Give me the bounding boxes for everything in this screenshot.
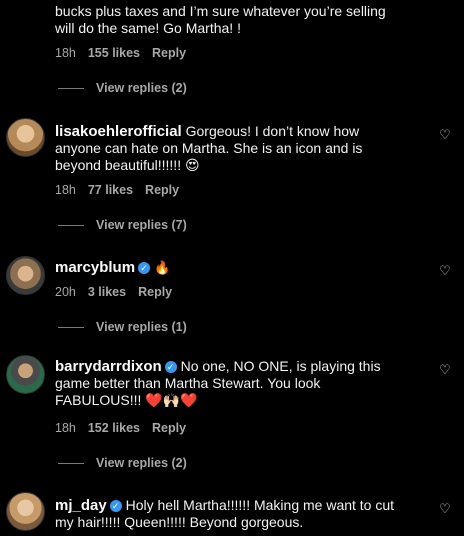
likes-count[interactable]: 155 likes bbox=[88, 46, 140, 60]
view-replies-button[interactable]: View replies (1) bbox=[58, 320, 187, 334]
avatar[interactable] bbox=[6, 355, 45, 394]
reply-button[interactable]: Reply bbox=[138, 285, 172, 299]
comment-meta: 18h 152 likes Reply bbox=[55, 421, 186, 435]
comment-text: barrydarrdixon ✓ No one, NO ONE, is playi… bbox=[55, 358, 405, 409]
comment-meta: 18h 155 likes Reply bbox=[55, 46, 186, 60]
reply-button[interactable]: Reply bbox=[152, 46, 186, 60]
view-replies-label: View replies (2) bbox=[96, 81, 187, 95]
likes-count[interactable]: 77 likes bbox=[88, 183, 133, 197]
comment-time: 18h bbox=[55, 46, 76, 60]
heart-icon[interactable]: ♡ bbox=[438, 264, 452, 278]
comment-meta: 18h 77 likes Reply bbox=[55, 183, 179, 197]
view-replies-button[interactable]: View replies (7) bbox=[58, 218, 187, 232]
avatar[interactable] bbox=[6, 118, 45, 157]
username[interactable]: marcyblum bbox=[55, 259, 135, 276]
avatar[interactable] bbox=[6, 256, 45, 295]
reply-button[interactable]: Reply bbox=[145, 183, 179, 197]
verified-badge-icon: ✓ bbox=[109, 500, 122, 512]
comment-body: 🔥 bbox=[153, 260, 171, 275]
comment-text: mj_day ✓ Holy hell Martha!!!!!! Making me… bbox=[55, 497, 405, 531]
comment-meta: 20h 3 likes Reply bbox=[55, 285, 172, 299]
comment-time: 18h bbox=[55, 421, 76, 435]
view-replies-button[interactable]: View replies (2) bbox=[58, 456, 187, 470]
username[interactable]: lisakoehlerofficial bbox=[55, 123, 182, 140]
likes-count[interactable]: 3 likes bbox=[88, 285, 126, 299]
divider-line bbox=[58, 224, 84, 226]
view-replies-button[interactable]: View replies (2) bbox=[58, 81, 187, 95]
divider-line bbox=[58, 326, 84, 328]
view-replies-label: View replies (1) bbox=[96, 320, 187, 334]
heart-icon[interactable]: ♡ bbox=[438, 128, 452, 142]
heart-icon[interactable]: ♡ bbox=[438, 502, 452, 516]
comment-time: 20h bbox=[55, 285, 76, 299]
view-replies-label: View replies (7) bbox=[96, 218, 187, 232]
verified-badge-icon: ✓ bbox=[164, 361, 177, 373]
username[interactable]: mj_day bbox=[55, 497, 107, 514]
divider-line bbox=[58, 87, 84, 89]
reply-button[interactable]: Reply bbox=[152, 421, 186, 435]
username[interactable]: barrydarrdixon bbox=[55, 358, 162, 375]
comment-time: 18h bbox=[55, 183, 76, 197]
verified-badge-icon: ✓ bbox=[138, 262, 151, 274]
likes-count[interactable]: 152 likes bbox=[88, 421, 140, 435]
comment-text: marcyblum ✓ 🔥 bbox=[55, 259, 405, 276]
comment-text: lisakoehlerofficial Gorgeous! I don’t kn… bbox=[55, 123, 405, 174]
comment-text: bucks plus taxes and I’m sure whatever y… bbox=[55, 3, 386, 36]
avatar[interactable] bbox=[6, 492, 45, 531]
divider-line bbox=[58, 462, 84, 464]
view-replies-label: View replies (2) bbox=[96, 456, 187, 470]
heart-icon[interactable]: ♡ bbox=[438, 363, 452, 377]
